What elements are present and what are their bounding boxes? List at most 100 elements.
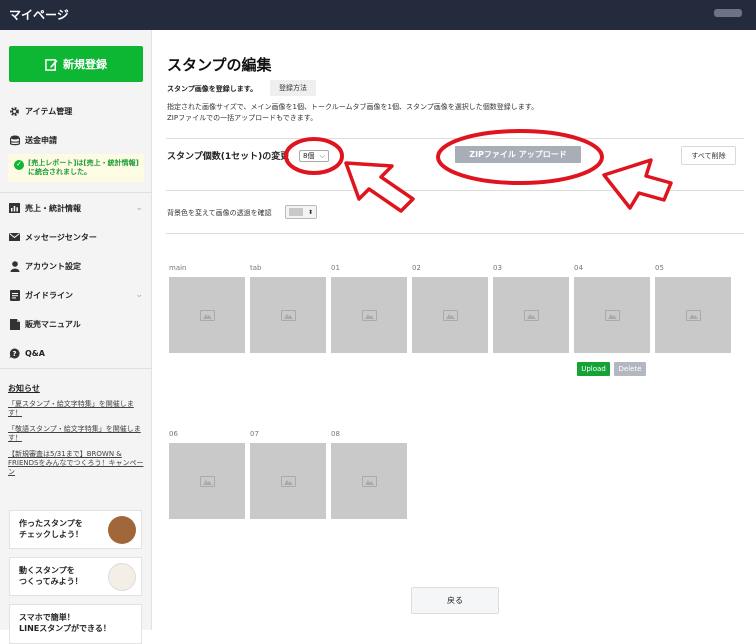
database-icon xyxy=(8,135,21,146)
news-link[interactable]: 【新規審査は5/31まで】BROWN & FRIENDSをみんなでつくろう！キャ… xyxy=(8,450,146,477)
svg-text:?: ? xyxy=(12,350,16,358)
promo-banner-smartphone[interactable]: スマホで簡単！ LINEスタンプができる！ xyxy=(9,604,142,644)
image-placeholder[interactable] xyxy=(331,443,407,519)
sticker-slot-main[interactable]: main xyxy=(169,264,245,353)
image-icon xyxy=(604,309,620,321)
howto-button[interactable]: 登録方法 xyxy=(270,80,316,96)
sidebar-item-payment-request[interactable]: 送金申請 xyxy=(0,129,152,151)
image-placeholder[interactable] xyxy=(169,277,245,353)
divider xyxy=(0,192,152,193)
sticker-slot-01[interactable]: 01 xyxy=(331,264,407,353)
brown-character-image xyxy=(108,516,136,544)
image-placeholder[interactable] xyxy=(493,277,569,353)
sidebar-item-guidelines[interactable]: ガイドライン ⌄ xyxy=(0,284,152,306)
sticker-slot-07[interactable]: 07 xyxy=(250,430,326,519)
image-icon xyxy=(361,309,377,321)
sidebar-item-sales-stats[interactable]: 売上・統計情報 ⌄ xyxy=(0,197,152,219)
slot-label: tab xyxy=(250,264,262,272)
image-icon xyxy=(199,475,215,487)
divider xyxy=(0,368,152,369)
top-bar: マイページ xyxy=(0,0,756,30)
sidebar-item-label: メッセージセンター xyxy=(25,232,97,242)
promo-banner-animated[interactable]: 動くスタンプを つくってみよう！ xyxy=(9,557,142,596)
new-registration-button[interactable]: 新規登録 xyxy=(9,46,143,82)
image-placeholder[interactable] xyxy=(412,277,488,353)
sticker-slot-04[interactable]: 04 xyxy=(574,264,650,353)
slot-actions: Upload Delete xyxy=(577,362,646,376)
description-line: ZIPファイルでの一括アップロードもできます。 xyxy=(167,113,318,122)
sidebar: 新規登録 アイテム管理 送金申請 ✓ [売上レポート]は[売上・統計情報]に統合… xyxy=(0,30,152,644)
check-icon: ✓ xyxy=(14,160,24,170)
page-title: スタンプの編集 xyxy=(167,56,272,74)
slot-label: 03 xyxy=(493,264,502,272)
select-arrows-icon: ⬍ xyxy=(307,208,313,216)
slot-label: 02 xyxy=(412,264,421,272)
image-icon xyxy=(199,309,215,321)
sticker-slot-03[interactable]: 03 xyxy=(493,264,569,353)
user-name-blurred[interactable] xyxy=(714,9,742,17)
news-link[interactable]: 「夏スタンプ・絵文字特集」を開催します！ xyxy=(8,400,146,418)
page-subtitle: スタンプ画像を登録します。 xyxy=(167,85,258,93)
promo-banner-check[interactable]: 作ったスタンプを チェックしよう！ xyxy=(9,510,142,549)
sticker-slot-06[interactable]: 06 xyxy=(169,430,245,519)
upload-button[interactable]: Upload xyxy=(577,362,610,376)
sidebar-item-qa[interactable]: ? Q&A xyxy=(0,342,152,364)
slot-label: 04 xyxy=(574,264,583,272)
sticker-count-value: 8個 xyxy=(303,152,315,160)
chart-icon xyxy=(8,203,21,213)
sidebar-item-label: 送金申請 xyxy=(25,135,57,145)
chevron-down-icon: ⌄ xyxy=(135,203,143,213)
sidebar-item-sales-manual[interactable]: 販売マニュアル xyxy=(0,313,152,335)
gear-icon xyxy=(8,106,21,117)
document-icon xyxy=(8,289,21,301)
slot-label: 07 xyxy=(250,430,259,438)
promo-text: LINEスタンプができる！ xyxy=(19,624,111,634)
news-link[interactable]: 「敬語スタンプ・絵文字特集」を開催します！ xyxy=(8,425,146,443)
image-placeholder[interactable] xyxy=(250,443,326,519)
chevron-down-icon: ⌵ xyxy=(319,151,325,160)
sticker-slot-05[interactable]: 05 xyxy=(655,264,731,353)
edit-icon xyxy=(45,58,58,71)
sidebar-item-message-center[interactable]: メッセージセンター xyxy=(0,226,152,248)
divider xyxy=(166,190,744,191)
slot-label: 08 xyxy=(331,430,340,438)
sticker-slot-02[interactable]: 02 xyxy=(412,264,488,353)
slot-label: 06 xyxy=(169,430,178,438)
sidebar-item-label: ガイドライン xyxy=(25,290,73,300)
back-button[interactable]: 戻る xyxy=(411,587,499,614)
sidebar-item-account-settings[interactable]: アカウント設定 xyxy=(0,255,152,277)
sticker-count-select[interactable]: 8個 ⌵ xyxy=(299,150,329,162)
image-icon xyxy=(280,309,296,321)
slot-label: 05 xyxy=(655,264,664,272)
background-color-select[interactable]: ⬍ xyxy=(285,205,317,219)
slot-label: 01 xyxy=(331,264,340,272)
new-registration-label: 新規登録 xyxy=(63,58,107,71)
image-placeholder[interactable] xyxy=(331,277,407,353)
background-color-label: 背景色を変えて画像の透過を確認 xyxy=(167,209,272,217)
notice-banner: ✓ [売上レポート]は[売上・統計情報]に統合されました。 xyxy=(8,154,144,182)
sidebar-item-label: 販売マニュアル xyxy=(25,319,81,329)
sidebar-item-label: Q&A xyxy=(25,348,45,358)
main-content: スタンプの編集 スタンプ画像を登録します。 登録方法 指定された画像サイズで、メ… xyxy=(152,30,756,630)
divider xyxy=(166,138,744,139)
zip-upload-button[interactable]: ZIPファイル アップロード xyxy=(455,146,581,163)
sticker-slot-08[interactable]: 08 xyxy=(331,430,407,519)
mail-icon xyxy=(8,233,21,241)
image-icon xyxy=(280,475,296,487)
image-icon xyxy=(685,309,701,321)
image-placeholder[interactable] xyxy=(250,277,326,353)
sidebar-item-label: 売上・統計情報 xyxy=(25,203,81,213)
image-icon xyxy=(523,309,539,321)
image-placeholder[interactable] xyxy=(574,277,650,353)
description-line: 指定された画像サイズで、メイン画像を1個、トークルームタブ画像を1個、スタンプ画… xyxy=(167,103,539,111)
promo-text: スマホで簡単！ xyxy=(19,613,75,622)
delete-button[interactable]: Delete xyxy=(614,362,646,376)
sidebar-item-label: アカウント設定 xyxy=(25,261,81,271)
sidebar-item-item-management[interactable]: アイテム管理 xyxy=(0,100,152,122)
delete-all-button[interactable]: すべて削除 xyxy=(681,146,736,165)
image-placeholder[interactable] xyxy=(655,277,731,353)
sticker-count-label: スタンプ個数(1セット)の変更 xyxy=(167,152,290,162)
slot-label: main xyxy=(169,264,187,272)
sticker-slot-tab[interactable]: tab xyxy=(250,264,326,353)
image-placeholder[interactable] xyxy=(169,443,245,519)
